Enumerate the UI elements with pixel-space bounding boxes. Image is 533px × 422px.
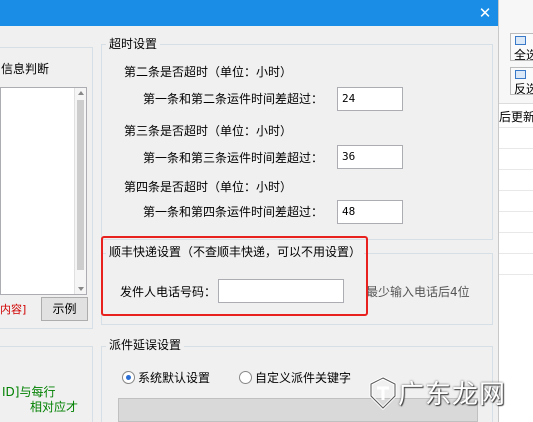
vertical-scrollbar[interactable]: [74, 88, 86, 294]
row-divider: [499, 211, 533, 212]
timeout-group-title: 超时设置: [106, 37, 161, 51]
row-divider: [499, 253, 533, 254]
left-group-title: 信息判断: [0, 62, 53, 76]
content-tag-text: 内容]: [0, 303, 27, 316]
timeout-row3-heading: 第四条是否超时（单位：小时）: [124, 180, 293, 194]
invert-select-button[interactable]: 反选: [510, 67, 533, 95]
dispatch-group-title: 派件延误设置: [106, 338, 185, 352]
radio-custom-keyword[interactable]: [239, 371, 252, 384]
info-listbox[interactable]: [0, 87, 87, 295]
select-all-icon: [515, 36, 526, 45]
timeout-row1-label: 第一条和第二条运件时间差超过：: [143, 92, 324, 106]
timeout-row1-heading: 第二条是否超时（单位：小时）: [124, 65, 293, 79]
row-divider: [499, 169, 533, 170]
green-note-line2: 相对应才: [30, 400, 79, 414]
timeout-row1-input[interactable]: 24: [337, 87, 403, 111]
radio-default-setting[interactable]: [122, 371, 135, 384]
title-bar: ✕: [0, 0, 498, 26]
select-all-label: 全选: [514, 48, 533, 61]
row-divider: [499, 148, 533, 149]
timeout-row2-input[interactable]: 36: [337, 145, 403, 169]
row-divider: [499, 274, 533, 275]
close-icon[interactable]: ✕: [474, 3, 496, 23]
timeout-row3-label: 第一条和第四条运件时间差超过：: [143, 205, 324, 219]
phone-hint: 最少输入电话后4位: [366, 285, 470, 299]
scroll-up-icon[interactable]: [78, 91, 84, 95]
row-divider: [499, 232, 533, 233]
radio-default-label[interactable]: 系统默认设置: [138, 371, 210, 385]
last-updated-header: 后更新: [499, 110, 533, 124]
highlight-frame: [101, 236, 368, 316]
green-note-line1: ID]与每行: [2, 385, 56, 399]
watermark-text: 广东龙网: [398, 380, 507, 410]
example-button[interactable]: 示例: [41, 297, 88, 321]
scroll-thumb[interactable]: [77, 100, 84, 270]
watermark-logo-icon: [369, 376, 397, 410]
timeout-row2-heading: 第三条是否超时（单位：小时）: [124, 124, 293, 138]
timeout-row3-input[interactable]: 48: [337, 200, 403, 224]
row-divider: [499, 190, 533, 191]
timeout-row2-label: 第一条和第三条运件时间差超过：: [143, 151, 324, 165]
row-divider: [499, 127, 533, 128]
right-panel: 全选 反选 后更新: [498, 0, 533, 422]
radio-custom-label[interactable]: 自定义派件关键字: [255, 371, 351, 385]
select-all-button[interactable]: 全选: [510, 33, 533, 61]
invert-select-icon: [515, 70, 526, 79]
scroll-down-icon[interactable]: [78, 287, 84, 291]
invert-select-label: 反选: [514, 82, 533, 95]
